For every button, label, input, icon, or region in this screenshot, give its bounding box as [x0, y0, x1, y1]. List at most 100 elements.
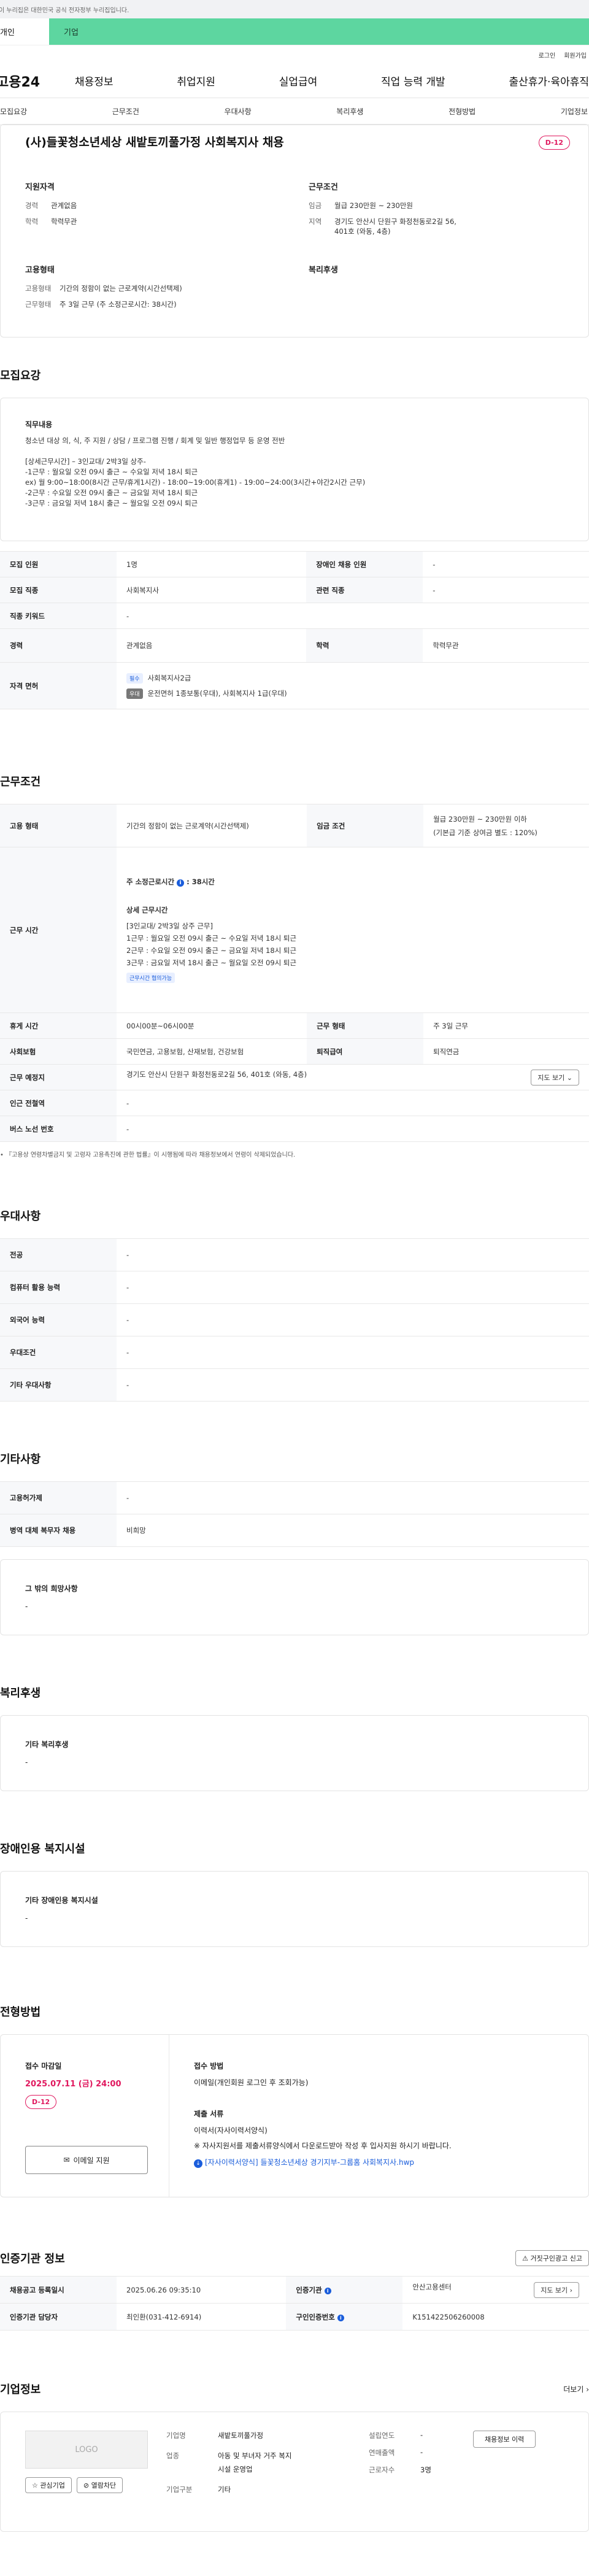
- info-icon[interactable]: i: [337, 2314, 344, 2321]
- row-value: -: [117, 1303, 589, 1336]
- weekly-hours-value: 38시간: [191, 877, 215, 886]
- row-value: -: [117, 1481, 589, 1514]
- row-label: 인증기관 i: [286, 2276, 403, 2304]
- signup-link[interactable]: 회원가입: [564, 50, 587, 60]
- row-value: 00시00분~06시00분: [117, 1012, 307, 1039]
- row-value: 주 3일 근무: [423, 1012, 589, 1039]
- gov-banner-text: 이 누리집은 대한민국 공식 전자정부 누리집입니다.: [0, 7, 129, 14]
- duty-box: 직무내용 청소년 대상 의, 식, 주 지원 / 상담 / 프로그램 진행 / …: [0, 398, 589, 541]
- gov-banner: 이 누리집은 대한민국 공식 전자정부 누리집입니다.: [0, 0, 589, 18]
- gnb-jobs[interactable]: 채용정보: [75, 73, 114, 88]
- disab-box-heading: 기타 장애인용 복지시설: [25, 1896, 98, 1905]
- row-label: 인증기관 담당자: [0, 2303, 117, 2331]
- report-label: 거짓구인광고 신고: [530, 2254, 582, 2262]
- gnb-employment-support[interactable]: 취업지원: [177, 73, 215, 88]
- sales-value: -: [420, 2448, 423, 2456]
- employees-value: 3명: [420, 2466, 431, 2474]
- row-label: 인근 전철역: [0, 1090, 117, 1116]
- agency-label: 인증기관: [296, 2285, 322, 2294]
- row-value: 비희망: [117, 1514, 589, 1547]
- tab-personal[interactable]: 개인: [0, 18, 49, 45]
- row-label: 구인인증번호 i: [286, 2303, 403, 2331]
- jobs-history-button[interactable]: 채용정보 이력: [473, 2431, 536, 2448]
- qual-heading: 지원자격: [25, 183, 55, 192]
- company-title: 기업정보: [0, 2383, 41, 2396]
- lnb-process[interactable]: 전형방법: [448, 106, 475, 117]
- fav-company-button[interactable]: ☆ 관심기업: [25, 2477, 72, 2493]
- lnb-recruit[interactable]: 모집요강: [0, 106, 27, 117]
- info-icon[interactable]: i: [177, 879, 185, 887]
- disab-box-value: -: [25, 1914, 28, 1922]
- lnb-welfare[interactable]: 복리후생: [336, 106, 363, 117]
- detail-hours-heading: 상세 근무시간: [126, 906, 168, 914]
- report-button[interactable]: ⚠ 거짓구인광고 신고: [515, 2250, 589, 2266]
- fav-label: 관심기업: [40, 2482, 65, 2489]
- industry-label: 업종: [166, 2451, 180, 2460]
- loc-value: 경기도 안산시 단원구 화정천동로2길 56, 401호 (와동, 4층): [334, 217, 456, 236]
- lnb-work[interactable]: 근무조건: [112, 106, 139, 117]
- email-apply-label: 이메일 지원: [73, 2156, 110, 2165]
- download-icon: ↓: [194, 2159, 202, 2168]
- welfare-title: 복리후생: [0, 1687, 41, 1700]
- edu-value: 학력무관: [51, 217, 77, 226]
- age-note: • 『고용상 연령차별금지 및 고령자 고용촉진에 관한 법률』이 시행됨에 따…: [0, 1152, 296, 1159]
- gnb-parental-leave[interactable]: 출산휴가·육아휴직: [509, 73, 589, 88]
- login-link[interactable]: 로그인: [539, 50, 556, 60]
- row-label: 근무 예정지: [0, 1064, 117, 1090]
- duty-line: ex) 월 9:00~18:00(8시간 근무/휴게1시간) - 18:00~1…: [25, 478, 366, 487]
- tab-company[interactable]: 기업: [49, 18, 589, 45]
- deadline-heading: 접수 마감일: [25, 2062, 62, 2070]
- welfare-box: 기타 복리후생 -: [0, 1715, 589, 1791]
- lnb-pref[interactable]: 우대사항: [225, 106, 252, 117]
- chevron-down-icon: ⌄: [566, 1073, 572, 1082]
- row-value: -: [117, 1090, 589, 1116]
- gnb-unemployment-benefit[interactable]: 실업급여: [279, 73, 318, 88]
- row-value: -: [117, 1336, 589, 1369]
- work-title: 근무조건: [0, 776, 41, 789]
- row-value: -: [117, 603, 589, 629]
- company-type-label: 기업구분: [166, 2485, 193, 2494]
- email-apply-button[interactable]: ✉ 이메일 지원: [25, 2146, 148, 2174]
- wage-label: 임금: [309, 201, 322, 210]
- info-icon[interactable]: i: [324, 2287, 331, 2294]
- attachment-name: [자사이력서양식] 들꽃청소년세상 경기지부-그룹홈 사회복지사.hwp: [205, 2158, 415, 2167]
- gnb-job-training[interactable]: 직업 능력 개발: [381, 73, 445, 88]
- map-button[interactable]: 지도 보기 ⌄: [531, 1069, 579, 1086]
- row-label: 근무 시간: [0, 847, 117, 1013]
- work-location: 경기도 안산시 단원구 화정천동로2길 56, 401호 (와동, 4층): [126, 1070, 307, 1079]
- row-value: 최인환(031-412-6914): [117, 2303, 287, 2331]
- industry-value: 아동 및 부녀자 거주 복지시설 운영업: [218, 2451, 292, 2474]
- block-view-button[interactable]: ⊘ 열람차단: [76, 2477, 123, 2493]
- duty-line: -3근무 : 금요일 저녁 18시 출근 ~ 월요일 오전 09시 퇴근: [25, 499, 198, 507]
- welfare-heading: 복리후생: [309, 266, 338, 275]
- more-label: 더보기: [563, 2385, 584, 2394]
- wage-cond-note: (기본급 기준 상여금 별도 : 120%): [433, 828, 537, 837]
- attachment-link[interactable]: ↓ [자사이력서양식] 들꽃청소년세상 경기지부-그룹홈 사회복지사.hwp: [194, 2157, 588, 2168]
- more-link[interactable]: 더보기 ›: [563, 2384, 589, 2394]
- row-label: 전공: [0, 1238, 117, 1271]
- global-nav: 고용24 채용정보 취업지원 실업급여 직업 능력 개발 출산휴가·육아휴직: [0, 64, 589, 98]
- star-icon: ☆: [32, 2482, 38, 2489]
- emp-type-value: 기간의 정함이 없는 근로계약(시간선택제): [60, 284, 182, 293]
- row-value: 사회복지사: [117, 577, 307, 603]
- row-value: 국민연금, 고용보험, 산재보험, 건강보험: [117, 1038, 307, 1065]
- disab-box: 기타 장애인용 복지시설 -: [0, 1871, 589, 1947]
- block-label: 열람차단: [91, 2482, 117, 2489]
- row-value: -: [117, 1116, 589, 1142]
- company-type: 기타: [218, 2485, 231, 2494]
- agency-map-button[interactable]: 지도 보기 ›: [534, 2281, 579, 2298]
- emp-type-label: 고용형태: [25, 284, 52, 293]
- process-box: 접수 마감일 2025.07.11 (금) 24:00 D-12 ✉ 이메일 지원…: [0, 2034, 589, 2197]
- site-logo[interactable]: 고용24: [0, 71, 58, 91]
- duty-heading: 직무내용: [25, 420, 53, 429]
- docs-note: ※ 자사지원서를 제출서류양식에서 다운로드받아 작성 후 입사지원 하시기 바…: [194, 2142, 452, 2150]
- row-label: 사회보험: [0, 1038, 117, 1065]
- company-logo: LOGO: [25, 2431, 148, 2469]
- row-label: 근무 형태: [307, 1012, 424, 1039]
- map-button-label: 지도 보기: [537, 1073, 565, 1082]
- docs-heading: 제출 서류: [194, 2110, 224, 2118]
- lnb-company[interactable]: 기업정보: [561, 106, 588, 117]
- row-value: 퇴직연금: [423, 1038, 589, 1065]
- row-label: 고용 형태: [0, 804, 117, 847]
- loc-label: 지역: [309, 217, 322, 226]
